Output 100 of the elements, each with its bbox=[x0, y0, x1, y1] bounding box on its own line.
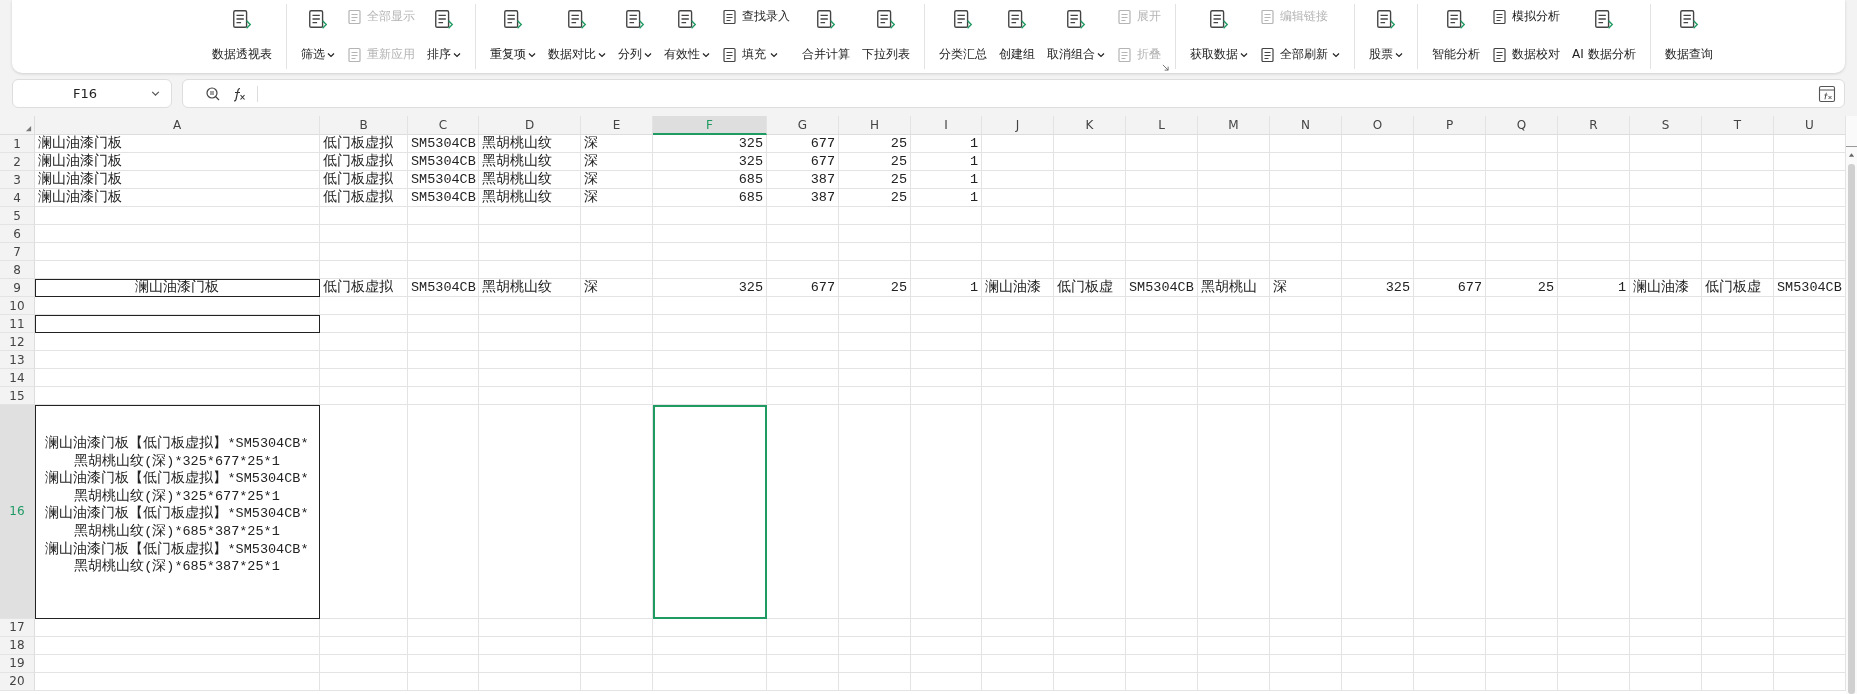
row-header[interactable]: 14 bbox=[0, 369, 35, 387]
table-cell bbox=[1630, 243, 1702, 261]
toolbar-button[interactable]: 数据透视表 bbox=[208, 0, 276, 73]
table-cell bbox=[911, 333, 982, 351]
toolbar-button[interactable]: 下拉列表 bbox=[858, 0, 914, 73]
column-header[interactable]: A bbox=[35, 116, 320, 135]
toolbar-button[interactable]: 填充 bbox=[720, 46, 792, 63]
row-header[interactable]: 1 bbox=[0, 135, 35, 153]
column-header[interactable]: M bbox=[1198, 116, 1270, 135]
column-header[interactable]: O bbox=[1342, 116, 1414, 135]
table-cell bbox=[408, 654, 479, 673]
table-cell bbox=[1054, 672, 1126, 691]
table-cell bbox=[1486, 225, 1558, 243]
row-header[interactable]: 13 bbox=[0, 351, 35, 369]
table-cell: 387 bbox=[767, 171, 839, 189]
column-header[interactable]: I bbox=[911, 116, 982, 135]
formula-field[interactable] bbox=[182, 79, 1845, 108]
column-header[interactable]: C bbox=[408, 116, 479, 135]
row-header[interactable]: 10 bbox=[0, 297, 35, 315]
cell-name-box[interactable]: F16 bbox=[12, 79, 172, 108]
toolbar-button[interactable]: 全部刷新 bbox=[1258, 46, 1342, 63]
column-header[interactable]: J bbox=[982, 116, 1054, 135]
table-cell bbox=[1414, 171, 1486, 189]
toolbar-button[interactable]: 取消组合 bbox=[1043, 0, 1109, 73]
toolbar-button[interactable]: 分列 bbox=[614, 0, 656, 73]
column-header[interactable]: T bbox=[1702, 116, 1774, 135]
table-cell bbox=[408, 297, 479, 315]
zoom-icon[interactable] bbox=[205, 85, 221, 102]
sheet-icon bbox=[676, 8, 698, 30]
toolbar-button[interactable]: 筛选 bbox=[297, 0, 339, 73]
toolbar-button[interactable]: 数据对比 bbox=[544, 0, 610, 73]
toolbar-button[interactable]: 数据校对 bbox=[1490, 46, 1562, 63]
function-panel-icon[interactable] bbox=[1818, 84, 1836, 103]
table-cell bbox=[1486, 387, 1558, 405]
row-header[interactable]: 12 bbox=[0, 333, 35, 351]
toolbar-button[interactable]: 创建组 bbox=[995, 0, 1039, 73]
toolbar-button[interactable]: 数据查询 bbox=[1660, 0, 1717, 73]
row-header[interactable]: 15 bbox=[0, 387, 35, 405]
column-header[interactable]: D bbox=[479, 116, 581, 135]
toolbar-button[interactable]: 有效性 bbox=[660, 0, 714, 73]
table-cell bbox=[911, 672, 982, 691]
sheet-icon bbox=[1445, 8, 1467, 30]
column-header[interactable]: S bbox=[1630, 116, 1702, 135]
table-cell: 685 bbox=[653, 189, 767, 207]
table-cell bbox=[1702, 333, 1774, 351]
row-header[interactable]: 11 bbox=[0, 315, 35, 333]
column-header[interactable]: H bbox=[839, 116, 911, 135]
table-cell bbox=[1702, 189, 1774, 207]
table-cell bbox=[1414, 369, 1486, 387]
toolbar-button[interactable]: 排序 bbox=[423, 0, 465, 73]
table-cell bbox=[1342, 171, 1414, 189]
row-header[interactable]: 9 bbox=[0, 279, 35, 297]
toolbar-button[interactable]: 合并计算 bbox=[798, 0, 854, 73]
table-cell bbox=[1558, 315, 1630, 333]
column-header[interactable]: N bbox=[1270, 116, 1342, 135]
table-cell bbox=[1270, 243, 1342, 261]
function-icon[interactable] bbox=[231, 85, 247, 102]
table-cell: 黑胡桃山纹 bbox=[479, 153, 581, 171]
column-header[interactable]: G bbox=[767, 116, 839, 135]
table-cell bbox=[1630, 369, 1702, 387]
active-cell[interactable] bbox=[653, 405, 767, 619]
table-cell bbox=[408, 618, 479, 637]
table-cell bbox=[1198, 225, 1270, 243]
table-cell: 澜山油漆门板 bbox=[35, 153, 320, 171]
table-cell bbox=[1414, 636, 1486, 655]
toolbar-button[interactable]: AI 数据分析 bbox=[1568, 0, 1640, 73]
row-header[interactable]: 4 bbox=[0, 189, 35, 207]
row-header[interactable]: 8 bbox=[0, 261, 35, 279]
row-header[interactable]: 5 bbox=[0, 207, 35, 225]
column-header[interactable]: R bbox=[1558, 116, 1630, 135]
table-cell: 澜山油漆 bbox=[982, 279, 1054, 297]
up-arrow-icon bbox=[1848, 152, 1855, 158]
table-cell bbox=[767, 225, 839, 243]
vertical-scrollbar[interactable] bbox=[1846, 116, 1857, 694]
toolbar-button[interactable]: 查找录入 bbox=[720, 8, 792, 25]
toolbar-button[interactable]: 重复项 bbox=[486, 0, 540, 73]
column-header[interactable]: K bbox=[1054, 116, 1126, 135]
row-header[interactable]: 7 bbox=[0, 243, 35, 261]
table-cell bbox=[1198, 261, 1270, 279]
toolbar-button[interactable]: 股票 bbox=[1365, 0, 1407, 73]
table-cell: 25 bbox=[839, 189, 911, 207]
table-cell bbox=[839, 333, 911, 351]
toolbar-button[interactable]: 智能分析 bbox=[1428, 0, 1484, 73]
row-header[interactable]: 3 bbox=[0, 171, 35, 189]
toolbar-button[interactable]: 模拟分析 bbox=[1490, 8, 1562, 25]
table-cell bbox=[1558, 189, 1630, 207]
table-cell bbox=[1270, 135, 1342, 153]
toolbar-button[interactable]: 分类汇总 bbox=[935, 0, 991, 73]
table-cell bbox=[767, 207, 839, 225]
column-header[interactable]: Q bbox=[1486, 116, 1558, 135]
toolbar-button[interactable]: 获取数据 bbox=[1186, 0, 1252, 73]
row-header[interactable]: 6 bbox=[0, 225, 35, 243]
row-header[interactable]: 2 bbox=[0, 153, 35, 171]
table-cell: 黑胡桃山纹 bbox=[479, 171, 581, 189]
table-cell bbox=[982, 153, 1054, 171]
column-header[interactable]: L bbox=[1126, 116, 1198, 135]
expand-corner-icon[interactable] bbox=[1162, 64, 1169, 71]
column-header[interactable]: B bbox=[320, 116, 408, 135]
column-header[interactable]: P bbox=[1414, 116, 1486, 135]
table-cell bbox=[1054, 297, 1126, 315]
